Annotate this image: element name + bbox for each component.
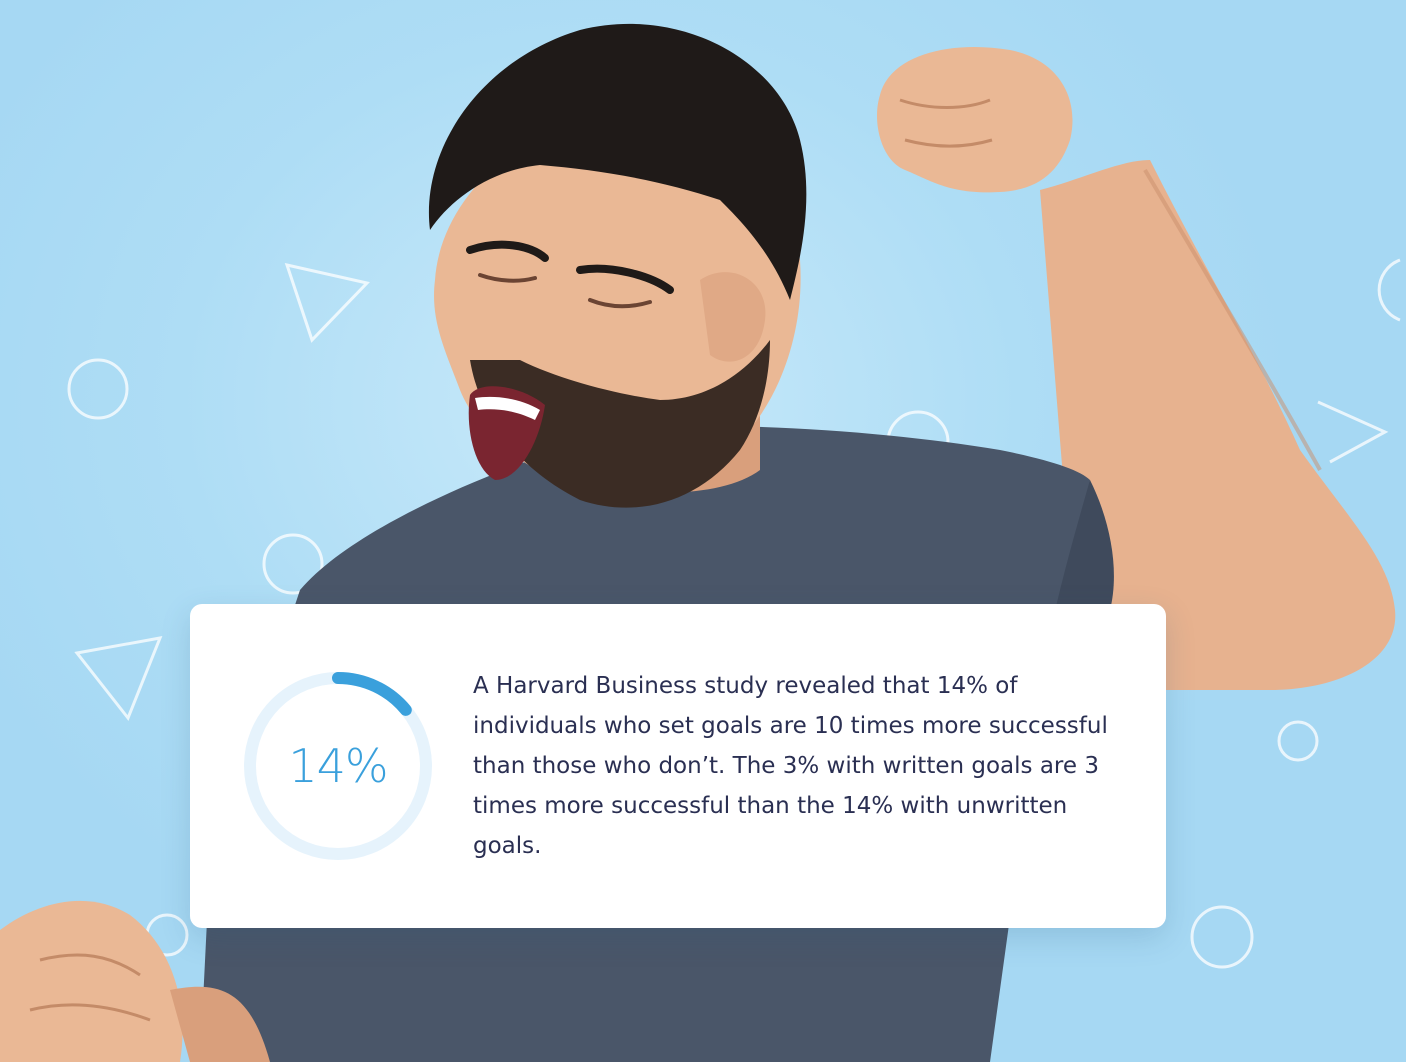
circle-outline-icon (1277, 720, 1319, 762)
stat-description: A Harvard Business study revealed that 1… (473, 673, 1108, 859)
circle-outline-icon (67, 358, 129, 420)
triangle-outline-icon (284, 262, 370, 343)
stat-card: 14% A Harvard Business study revealed th… (190, 604, 1166, 928)
triangle-outline-icon (1317, 400, 1389, 464)
progress-percentage: 14% (288, 739, 388, 793)
triangle-outline-icon (74, 636, 163, 721)
circle-outline-icon (1190, 905, 1254, 969)
